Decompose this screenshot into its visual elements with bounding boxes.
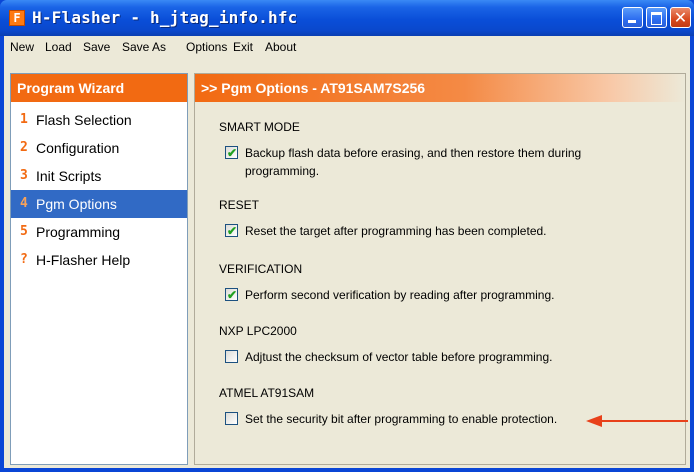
section-title-verification: VERIFICATION bbox=[219, 262, 303, 276]
menu-exit[interactable]: Exit bbox=[233, 40, 253, 54]
wizard-item-configuration[interactable]: 2 Configuration bbox=[11, 134, 187, 162]
app-window: F H-Flasher - h_jtag_info.hfc ✕ New Load… bbox=[0, 0, 694, 472]
step-number: 2 bbox=[20, 140, 28, 155]
pgm-options-panel: >> Pgm Options - AT91SAM7S256 SMART MODE… bbox=[194, 73, 686, 465]
menu-new[interactable]: New bbox=[10, 40, 34, 54]
menu-about[interactable]: About bbox=[265, 40, 296, 54]
step-number: 3 bbox=[20, 168, 28, 183]
wizard-item-programming[interactable]: 5 Programming bbox=[11, 218, 187, 246]
wizard-item-label: Pgm Options bbox=[36, 196, 117, 212]
wizard-item-label: Programming bbox=[36, 224, 121, 240]
annotation-arrow-icon bbox=[586, 415, 688, 427]
step-number: 1 bbox=[20, 112, 28, 127]
wizard-item-label: H-Flasher Help bbox=[36, 252, 131, 268]
checkbox-reset[interactable]: ✔ bbox=[225, 224, 238, 238]
client-area: Program Wizard 1 Flash Selection 2 Confi… bbox=[4, 58, 690, 468]
wizard-item-pgm-options[interactable]: 4 Pgm Options bbox=[11, 190, 187, 218]
maximize-icon bbox=[651, 12, 662, 25]
section-title-smart-mode: SMART MODE bbox=[219, 120, 300, 134]
step-number: 5 bbox=[20, 224, 28, 239]
wizard-item-flash-selection[interactable]: 1 Flash Selection bbox=[11, 106, 187, 134]
wizard-item-init-scripts[interactable]: 3 Init Scripts bbox=[11, 162, 187, 190]
checkbox-nxp-checksum[interactable] bbox=[225, 350, 238, 363]
option-label: Reset the target after programming has b… bbox=[245, 224, 547, 238]
minimize-icon bbox=[628, 20, 636, 23]
section-title-reset: RESET bbox=[219, 198, 260, 212]
menu-options[interactable]: Options bbox=[186, 40, 227, 54]
checkbox-smart-mode[interactable]: ✔ bbox=[225, 146, 238, 160]
option-label: Backup flash data before erasing, and th… bbox=[245, 146, 582, 178]
program-wizard-panel: Program Wizard 1 Flash Selection 2 Confi… bbox=[10, 73, 188, 465]
section-title-nxp: NXP LPC2000 bbox=[219, 324, 297, 338]
close-icon: ✕ bbox=[673, 8, 688, 27]
option-label: Adjtust the checksum of vector table bef… bbox=[245, 350, 553, 364]
wizard-item-help[interactable]: ? H-Flasher Help bbox=[11, 246, 187, 274]
app-icon[interactable]: F bbox=[9, 10, 25, 26]
title-bar[interactable]: F H-Flasher - h_jtag_info.hfc ✕ bbox=[0, 0, 694, 36]
wizard-title: Program Wizard bbox=[11, 74, 187, 102]
checkbox-verification[interactable]: ✔ bbox=[225, 288, 238, 302]
menu-load[interactable]: Load bbox=[45, 40, 72, 54]
step-number: ? bbox=[20, 252, 28, 267]
close-button[interactable]: ✕ bbox=[670, 7, 691, 28]
wizard-item-label: Configuration bbox=[36, 140, 120, 156]
option-label: Set the security bit after programming t… bbox=[245, 412, 558, 426]
menu-save-as[interactable]: Save As bbox=[122, 40, 166, 54]
minimize-button[interactable] bbox=[622, 7, 643, 28]
wizard-item-label: Init Scripts bbox=[36, 168, 102, 184]
panel-title: >> Pgm Options - AT91SAM7S256 bbox=[195, 74, 685, 102]
wizard-list: 1 Flash Selection 2 Configuration 3 Init… bbox=[11, 106, 187, 274]
wizard-item-label: Flash Selection bbox=[36, 112, 132, 128]
menu-bar: New Load Save Save As Options Exit About bbox=[4, 36, 690, 58]
section-title-atmel: ATMEL AT91SAM bbox=[219, 386, 315, 400]
window-title: H-Flasher - h_jtag_info.hfc bbox=[32, 8, 298, 27]
menu-save[interactable]: Save bbox=[83, 40, 110, 54]
checkbox-atmel-security[interactable] bbox=[225, 412, 238, 425]
option-smart-mode[interactable]: ✔ Backup flash data before erasing, and … bbox=[225, 144, 585, 180]
option-label: Perform second verification by reading a… bbox=[245, 288, 555, 302]
step-number: 4 bbox=[20, 196, 28, 211]
maximize-button[interactable] bbox=[646, 7, 667, 28]
